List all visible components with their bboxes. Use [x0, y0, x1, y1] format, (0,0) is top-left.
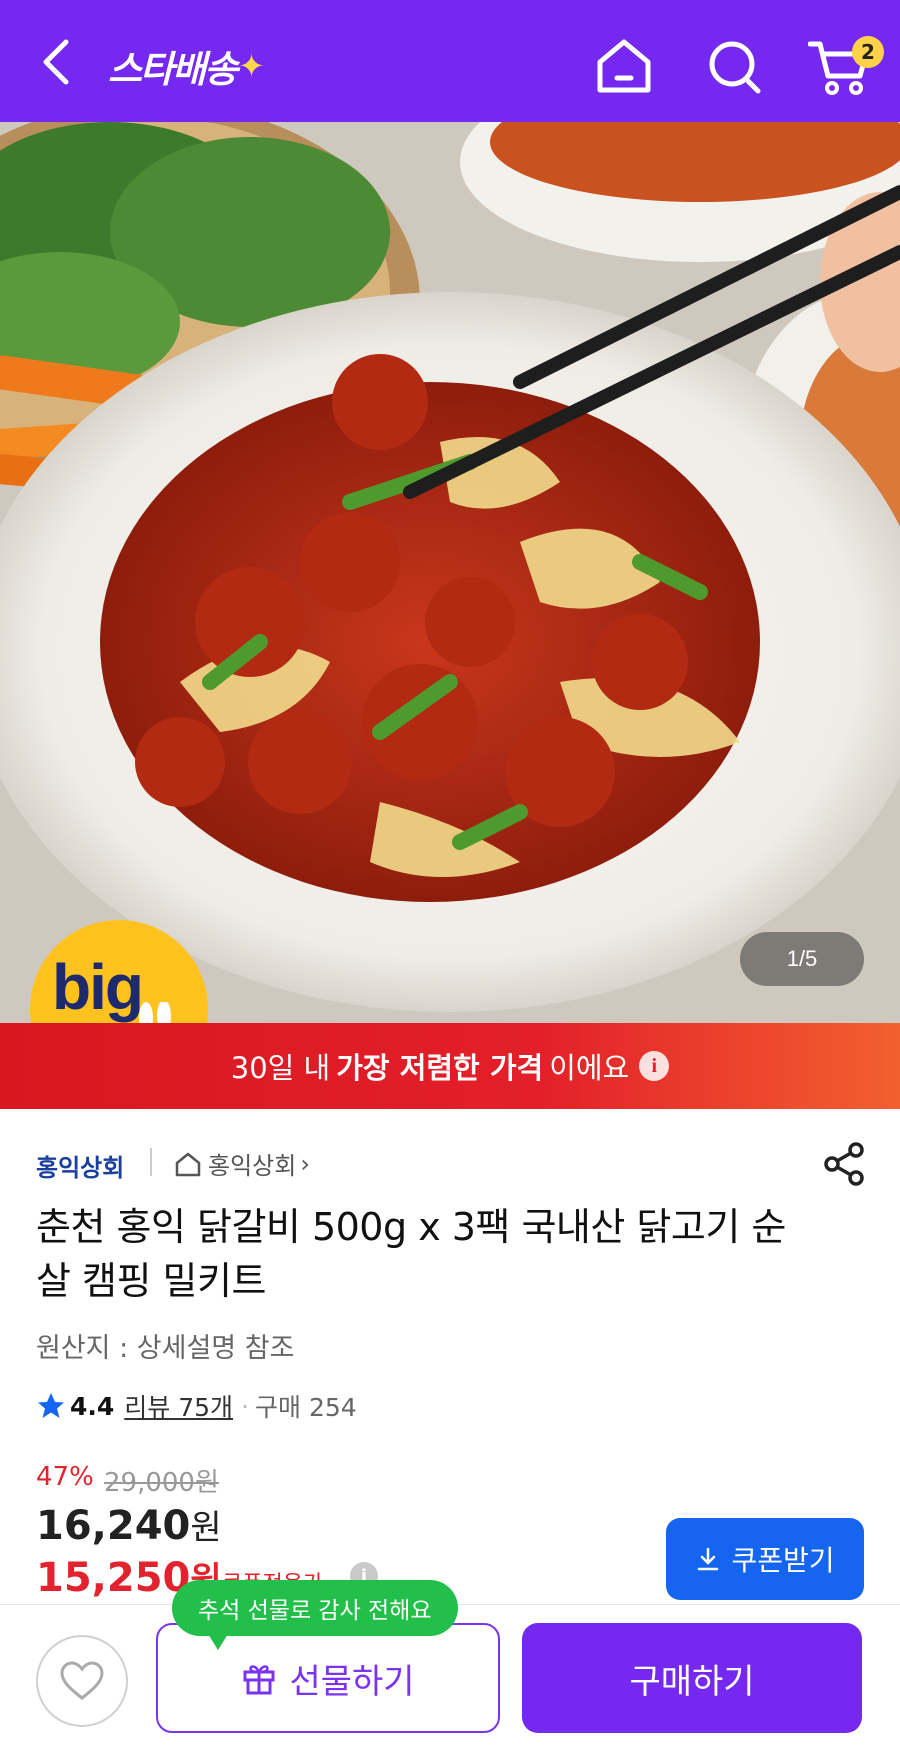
banner-highlight: 가장 저렴한 가격 — [336, 1051, 544, 1085]
banner-prefix: 30일 내 — [230, 1051, 331, 1085]
sale-price: 16,240원 — [36, 1500, 222, 1549]
get-coupon-label: 쿠폰받기 — [731, 1544, 835, 1577]
rating-score: 4.4 — [70, 1391, 115, 1421]
chevron-right-icon: › — [300, 1149, 310, 1178]
product-origin: 원산지 : 상세설명 참조 — [36, 1333, 295, 1364]
rating-row: 4.4 리뷰 75개 · 구매 254 — [36, 1388, 357, 1424]
store-name: 홍익상회 — [208, 1152, 297, 1180]
product-title: 춘천 홍익 닭갈비 500g x 3팩 국내산 닭고기 순살 캠핑 밀키트 — [36, 1205, 786, 1303]
coupon-price-amount: 15,250 — [36, 1555, 191, 1601]
logo-text: 스타배송 — [108, 48, 238, 91]
product-image-carousel[interactable]: big sale — [0, 122, 900, 1023]
banner-suffix: 이에요 — [549, 1051, 630, 1085]
product-photo — [0, 122, 900, 1023]
sale-price-amount: 16,240 — [36, 1503, 191, 1549]
gift-icon — [243, 1665, 275, 1695]
original-price: 29,000원 — [104, 1468, 219, 1498]
store-link[interactable]: 홍익상회 › — [174, 1146, 310, 1181]
store-home-icon — [175, 1152, 201, 1176]
share-icon — [824, 1142, 864, 1186]
share-button[interactable] — [820, 1140, 868, 1188]
home-button[interactable] — [592, 36, 656, 96]
purchase-count: 구매 254 — [255, 1393, 357, 1422]
rabbit-icon — [139, 1002, 171, 1023]
search-icon — [709, 41, 761, 94]
seller-name[interactable]: 홍익상회 — [36, 1148, 124, 1183]
heart-icon — [60, 1661, 104, 1700]
buy-button[interactable]: 구매하기 — [522, 1623, 862, 1733]
gift-tooltip: 추석 선물로 감사 전해요 — [172, 1580, 458, 1650]
chevron-left-icon — [43, 39, 69, 85]
rating-separator: · — [241, 1391, 250, 1421]
cart-count-badge: 2 — [852, 36, 884, 68]
app-logo[interactable]: 스타배송 ✦ — [108, 44, 265, 91]
sale-price-unit: 원 — [190, 1508, 222, 1548]
discount-rate: 47% — [36, 1462, 94, 1492]
wishlist-button[interactable] — [36, 1635, 128, 1727]
home-icon — [597, 39, 651, 93]
get-coupon-button[interactable]: 쿠폰받기 — [666, 1518, 864, 1600]
image-page-indicator: 1/5 — [740, 932, 864, 986]
download-icon — [698, 1547, 719, 1571]
sparkle-icon: ✦ — [238, 47, 265, 85]
search-button[interactable] — [702, 36, 766, 96]
top-app-bar: 스타배송 ✦ — [0, 0, 900, 122]
gift-button-label: 선물하기 — [289, 1661, 415, 1702]
seller-divider — [150, 1148, 152, 1176]
lowest-price-banner[interactable]: 30일 내 가장 저렴한 가격 이에요 i — [0, 1023, 900, 1109]
star-icon — [38, 1393, 64, 1418]
back-button[interactable] — [36, 36, 84, 88]
reviews-link[interactable]: 리뷰 75개 — [124, 1388, 233, 1424]
info-icon[interactable]: i — [639, 1051, 670, 1081]
